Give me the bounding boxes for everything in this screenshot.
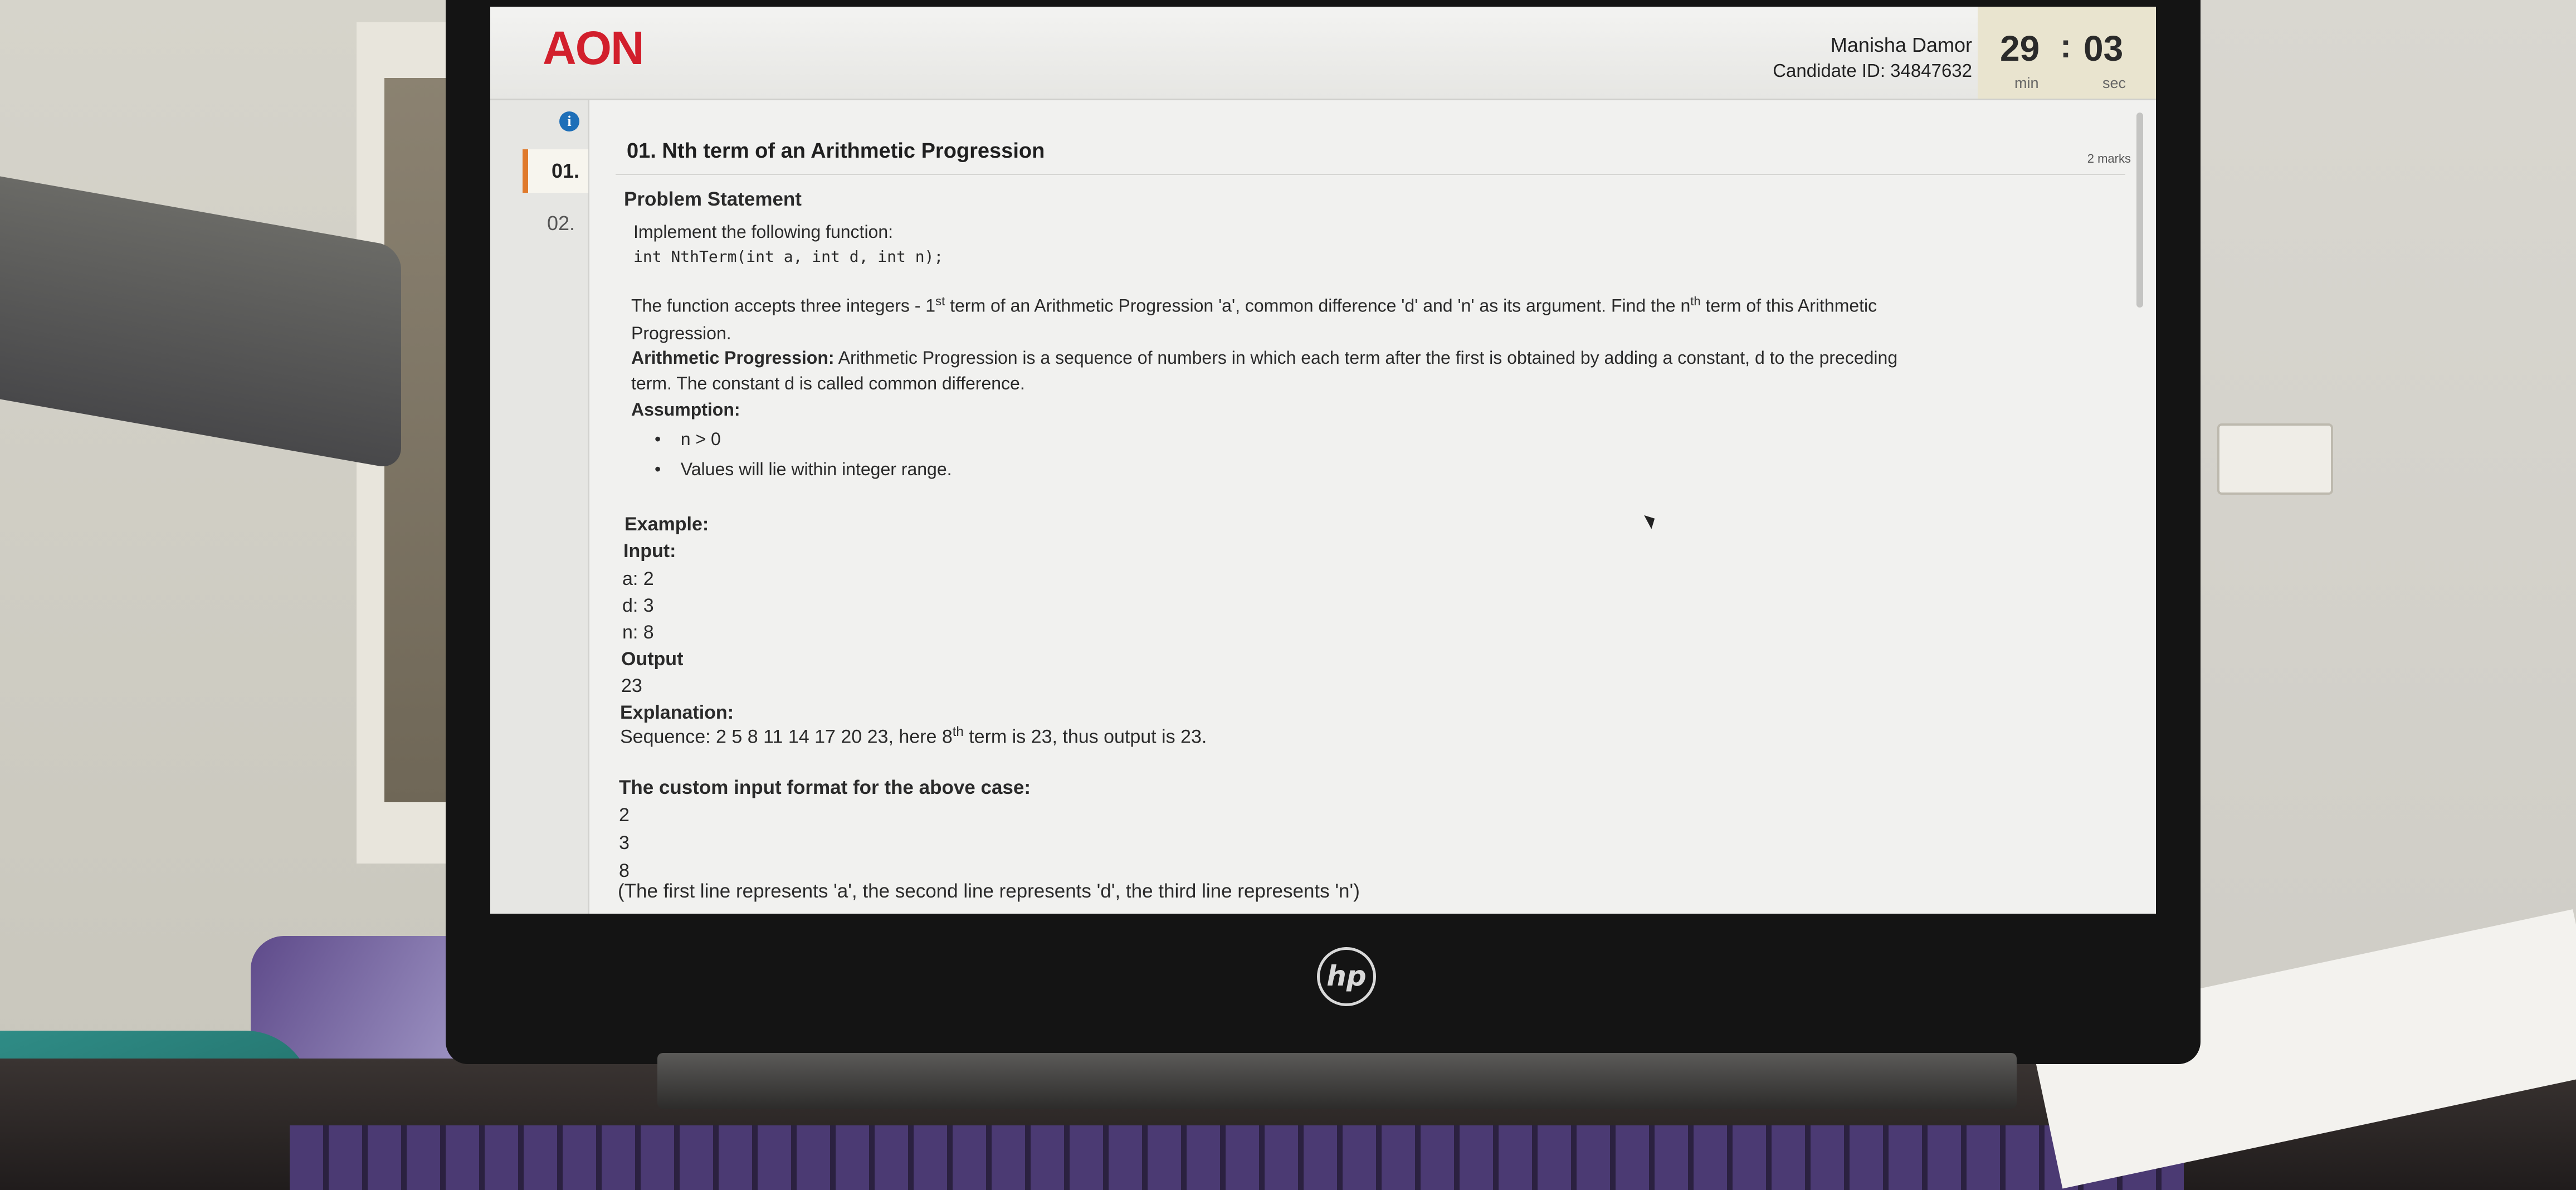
explanation-part-1: Sequence: 2 5 8 11 14 17 20 23, here 8 — [620, 726, 953, 748]
countdown-timer: 29 : 03 min sec — [1978, 7, 2156, 99]
custom-input-line: 8 — [619, 860, 630, 881]
input-line: d: 3 — [622, 595, 654, 616]
ap-text: Arithmetic Progression is a sequence of … — [834, 348, 1898, 368]
timer-seconds: 03 — [2084, 28, 2124, 69]
question-nav-01[interactable]: 01. — [523, 149, 588, 193]
title-divider — [616, 174, 2125, 175]
desc-sup-1: st — [935, 294, 945, 308]
explanation-heading: Explanation: — [620, 702, 734, 723]
assumption-text: Values will lie within integer range. — [680, 459, 952, 479]
ap-definition-line-2: term. The constant d is called common di… — [631, 373, 1025, 393]
custom-input-heading: The custom input format for the above ca… — [619, 777, 1031, 798]
desc-part-2: term of an Arithmetic Progression 'a', c… — [945, 295, 1691, 316]
desc-part-3: term of this Arithmetic — [1700, 295, 1877, 316]
intro-text: Implement the following function: — [633, 222, 894, 242]
explanation-text: Sequence: 2 5 8 11 14 17 20 23, here 8th… — [620, 724, 1207, 748]
candidate-name: Manisha Damor — [1830, 33, 1972, 56]
explanation-part-2: term is 23, thus output is 23. — [963, 726, 1207, 748]
function-signature: int NthTerm(int a, int d, int n); — [633, 247, 944, 266]
custom-input-note: (The first line represents 'a', the seco… — [618, 880, 1360, 902]
ap-label: Arithmetic Progression: — [631, 348, 835, 368]
input-line: n: 8 — [622, 622, 654, 643]
question-sidebar: i 01. 02. — [490, 100, 589, 914]
assumption-item: • n > 0 — [655, 429, 721, 449]
laptop-hinge — [657, 1053, 2017, 1109]
description-line-1: The function accepts three integers - 1s… — [631, 294, 1877, 316]
input-heading: Input: — [623, 540, 676, 562]
ap-definition: Arithmetic Progression: Arithmetic Progr… — [631, 348, 1897, 368]
question-title: 01. Nth term of an Arithmetic Progressio… — [627, 139, 1045, 163]
timer-minutes: 29 — [2000, 28, 2040, 69]
assumption-heading: Assumption: — [631, 399, 740, 420]
problem-statement-heading: Problem Statement — [624, 188, 802, 210]
assumption-item: • Values will lie within integer range. — [655, 459, 952, 479]
input-line: a: 2 — [622, 568, 654, 589]
timer-min-label: min — [2014, 75, 2039, 91]
description-line-2: Progression. — [631, 323, 731, 343]
explanation-sup: th — [952, 724, 964, 739]
timer-colon: : — [2060, 27, 2071, 65]
info-icon[interactable]: i — [559, 111, 579, 131]
example-heading: Example: — [625, 514, 709, 535]
question-panel: 01. Nth term of an Arithmetic Progressio… — [593, 100, 2131, 914]
aon-logo: AON — [543, 22, 645, 74]
assumption-text: n > 0 — [680, 429, 721, 449]
hp-logo: hp — [1317, 947, 1376, 1006]
top-bar: AON Manisha Damor Candidate ID: 34847632… — [490, 7, 2156, 100]
wall-switch — [2217, 423, 2333, 495]
content-scrollbar[interactable] — [2136, 113, 2143, 308]
question-nav-02[interactable]: 02. — [524, 202, 588, 245]
output-value: 23 — [621, 675, 642, 696]
custom-input-line: 3 — [619, 832, 630, 854]
output-heading: Output — [621, 648, 684, 670]
desc-sup-2: th — [1690, 294, 1701, 308]
screen: AON Manisha Damor Candidate ID: 34847632… — [490, 7, 2156, 914]
candidate-id: Candidate ID: 34847632 — [1773, 60, 1972, 81]
custom-input-line: 2 — [619, 804, 630, 826]
keyboard — [290, 1125, 2184, 1190]
marks-label: 2 marks — [2087, 152, 2131, 165]
timer-sec-label: sec — [2102, 75, 2126, 91]
desc-part-1: The function accepts three integers - 1 — [631, 295, 936, 316]
background-wall-right — [2173, 0, 2576, 1059]
